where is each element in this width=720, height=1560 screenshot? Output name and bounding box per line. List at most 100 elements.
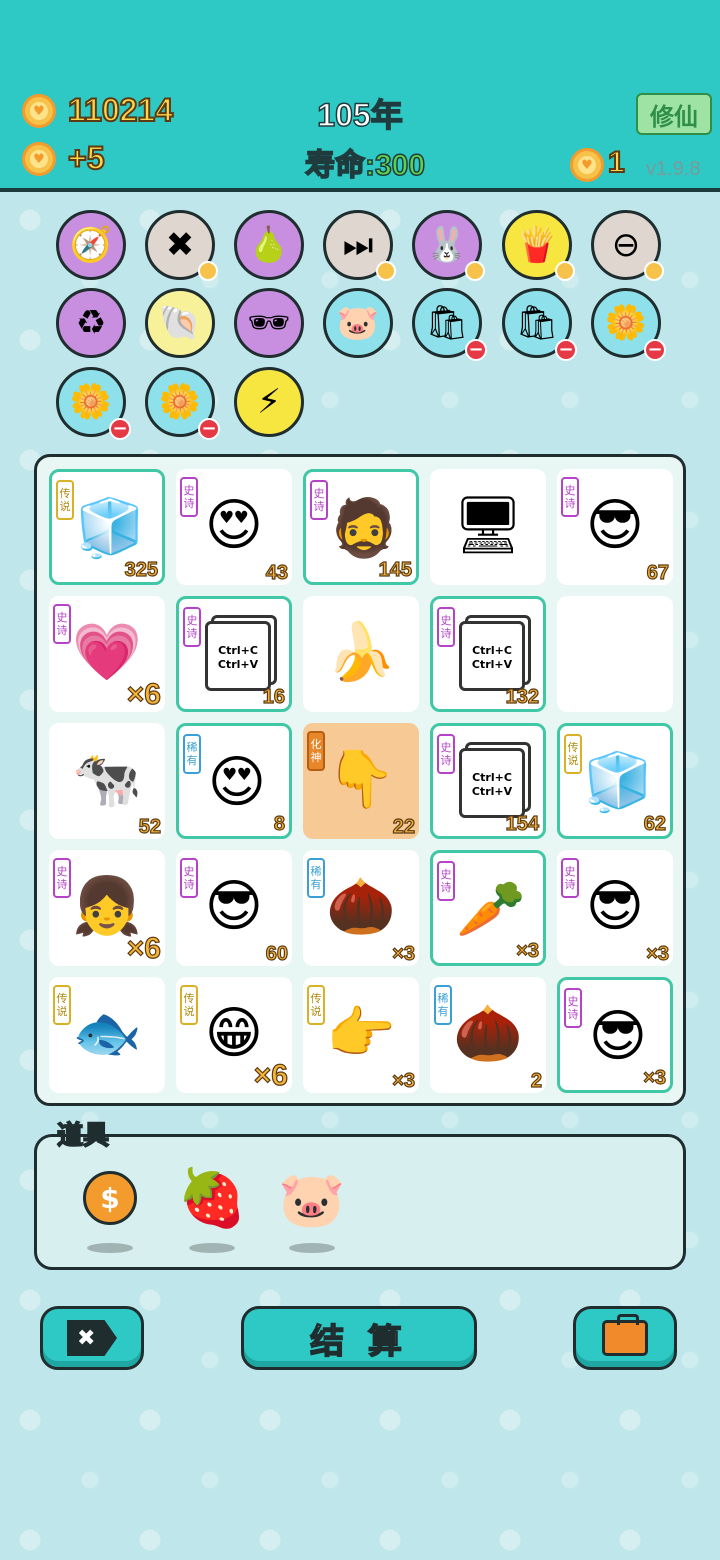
cell-count: 154 <box>505 812 540 835</box>
bag-button[interactable] <box>573 1306 677 1370</box>
fridge-icon: 🧊 <box>75 496 145 561</box>
remove-badge-icon[interactable]: − <box>465 339 487 361</box>
version-label: v1.9.8 <box>646 158 701 180</box>
cell-count: ×3 <box>516 939 540 962</box>
cell-count: 62 <box>643 812 666 835</box>
board-cell[interactable]: 🐟 传说 <box>49 977 165 1093</box>
green-hat-heart-eyes-icon: 😍 <box>204 492 264 558</box>
empty-slot <box>577 614 653 690</box>
strawberry-icon[interactable]: 🍓 <box>177 1163 247 1233</box>
delete-button[interactable]: ✖ <box>40 1306 144 1370</box>
ctrl-cv-icon: Ctrl+C Ctrl+V <box>459 621 525 691</box>
dollar-coin-icon[interactable]: $ <box>83 1171 137 1225</box>
remove-badge-icon[interactable]: − <box>198 418 220 440</box>
board-cell[interactable]: 🌰 稀有 2 <box>430 977 546 1093</box>
board-cell[interactable]: 🧊 传说 325 <box>49 469 165 585</box>
recycle-icon[interactable]: ♻ <box>56 288 126 358</box>
seed-bag-icon-2[interactable]: 🛍 − <box>502 288 577 361</box>
rarity-tag: 化神 <box>307 731 325 771</box>
rabbit-icon[interactable]: 🐰 <box>412 210 485 281</box>
cell-count: 325 <box>124 558 159 581</box>
board-cell[interactable]: 🧔 史诗 145 <box>303 469 419 585</box>
cell-count: 22 <box>392 815 415 838</box>
coin-rate: +5 <box>67 139 106 177</box>
pomelo-icon[interactable]: 🍐 <box>234 210 304 280</box>
board-cell[interactable]: 😍 稀有 8 <box>176 723 292 839</box>
remove-badge-icon[interactable]: − <box>109 418 131 440</box>
rarity-tag: 史诗 <box>561 858 579 898</box>
ctrl-cv-icon: Ctrl+C Ctrl+V <box>205 621 271 691</box>
sunglasses-icon[interactable]: 🕶 <box>234 288 304 358</box>
settle-button[interactable]: 结 算 <box>241 1306 477 1370</box>
board-cell[interactable]: 👧 史诗 ×6 <box>49 850 165 966</box>
fries-icon[interactable]: 🍟 <box>502 210 575 281</box>
computer-icon: 🖥 <box>452 493 524 558</box>
cell-count: ×6 <box>126 931 161 965</box>
rarity-tag: 史诗 <box>310 480 328 520</box>
pointing-right-hand-icon: 👉 <box>326 1001 396 1066</box>
rarity-tag: 稀有 <box>434 985 452 1025</box>
remove-badge-icon[interactable]: − <box>555 339 577 361</box>
board-cell[interactable]: 🌰 稀有 ×3 <box>303 850 419 966</box>
board-cell[interactable]: 👉 传说 ×3 <box>303 977 419 1093</box>
flower-pot-icon-2[interactable]: 🌼 − <box>56 367 131 440</box>
board-cell[interactable]: Ctrl+C Ctrl+V 史诗 16 <box>176 596 292 712</box>
rarity-tag: 史诗 <box>180 858 198 898</box>
board-cell[interactable]: Ctrl+C Ctrl+V 史诗 132 <box>430 596 546 712</box>
banana-icon: 🍌 <box>326 620 396 685</box>
lifespan-label: 寿命: <box>304 148 376 183</box>
rarity-tag: 传说 <box>564 734 582 774</box>
skip-icon[interactable]: ⏭ <box>323 210 396 281</box>
coin-count: 110214 <box>67 91 174 129</box>
green-hat-sunglasses-icon: 😎 <box>588 1003 648 1069</box>
items-label: 道具 <box>56 1120 110 1152</box>
flower-pot-icon[interactable]: 🌼 − <box>591 288 666 361</box>
cultivate-button[interactable]: 修仙 <box>636 93 712 135</box>
piggy-bank-icon[interactable]: 🐷 <box>275 1167 349 1233</box>
piggy-bank-icon[interactable]: 🐷 <box>323 288 393 358</box>
board-cell[interactable]: 🥕 史诗 ×3 <box>430 850 546 966</box>
board-cell[interactable]: 🍌 <box>303 596 419 712</box>
board-cell[interactable]: 😎 史诗 ×3 <box>557 977 673 1093</box>
board-cell[interactable]: 😎 史诗 ×3 <box>557 850 673 966</box>
seed-bag-icon[interactable]: 🛍 − <box>412 288 487 361</box>
delete-tag-icon: ✖ <box>67 1320 117 1356</box>
walnut-icon: 🌰 <box>326 874 396 939</box>
cell-count: 67 <box>646 561 669 584</box>
heart-badge-icon <box>198 261 218 281</box>
board-cell[interactable]: 😎 史诗 60 <box>176 850 292 966</box>
delete-tag-icon[interactable]: ✖ <box>145 210 218 281</box>
cell-count: 2 <box>530 1069 542 1092</box>
board-cell[interactable]: 👇 化神 22 <box>303 723 419 839</box>
lightning-icon[interactable]: ⚡ <box>234 367 304 437</box>
board-cell[interactable] <box>557 596 673 712</box>
board-cell[interactable]: Ctrl+C Ctrl+V 史诗 154 <box>430 723 546 839</box>
compass-icon[interactable]: 🧭 <box>56 210 126 280</box>
board-cell[interactable]: 😎 史诗 67 <box>557 469 673 585</box>
board-cell[interactable]: 😍 史诗 43 <box>176 469 292 585</box>
carrot-icon: 🥕 <box>456 877 526 942</box>
rarity-tag: 史诗 <box>564 988 582 1028</box>
board-cell[interactable]: 💗 史诗 ×6 <box>49 596 165 712</box>
heart-coin-rate-icon: ♥ <box>22 142 56 176</box>
pointing-hand-icon: 👇 <box>326 747 396 812</box>
settle-label: 结 算 <box>309 1321 408 1363</box>
flower-pot-icon-3[interactable]: 🌼 − <box>145 367 220 440</box>
board-cell[interactable]: 🐄 52 <box>49 723 165 839</box>
fridge-sparkle-icon: 🧊 <box>583 750 653 815</box>
rarity-tag: 传说 <box>56 480 74 520</box>
minus-circle-icon[interactable]: ⊖ <box>591 210 664 281</box>
shell-icon[interactable]: 🐚 <box>145 288 215 358</box>
board-cell[interactable]: 😁 传说 ×6 <box>176 977 292 1093</box>
green-hat-sunglasses-icon: 😎 <box>585 492 645 558</box>
cell-count: 60 <box>265 942 288 965</box>
remove-badge-icon[interactable]: − <box>644 339 666 361</box>
cow-icon: 🐄 <box>72 747 142 812</box>
board-cell[interactable]: 🧊 传说 62 <box>557 723 673 839</box>
heart-badge-icon <box>376 261 396 281</box>
cell-count: ×3 <box>643 1066 667 1089</box>
cell-count: 43 <box>265 561 288 584</box>
bearded-man-icon: 🧔 <box>329 496 399 561</box>
board-cell[interactable]: 🖥 <box>430 469 546 585</box>
rarity-tag: 史诗 <box>53 858 71 898</box>
